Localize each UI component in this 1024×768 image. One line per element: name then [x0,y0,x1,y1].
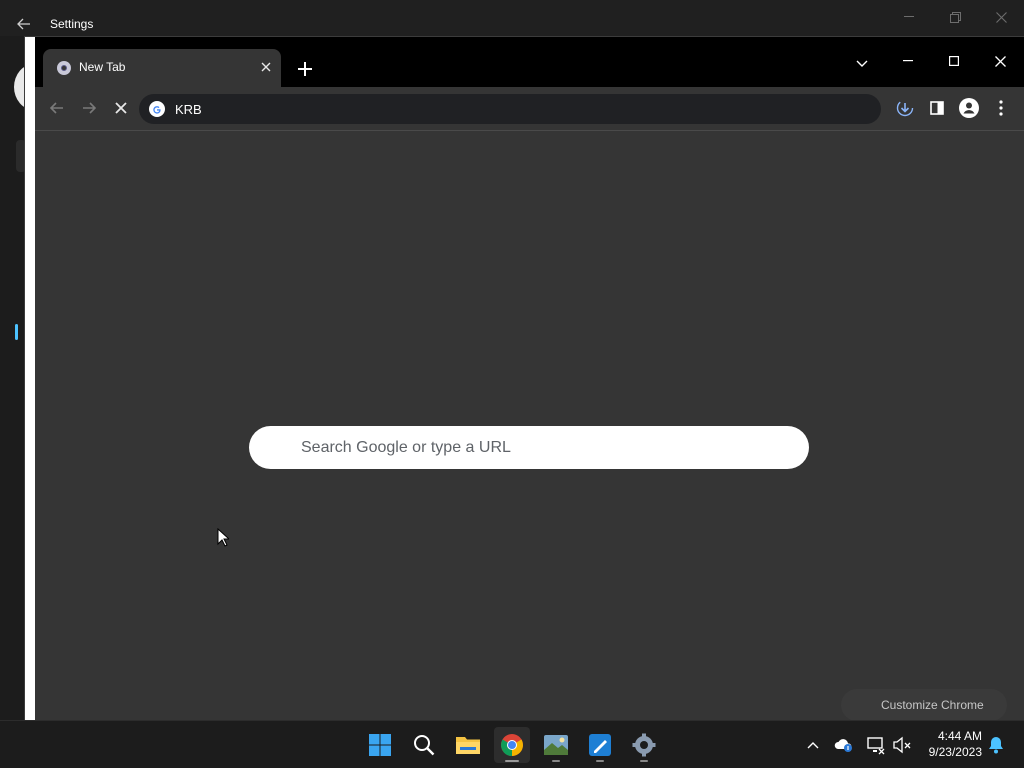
chrome-favicon-icon [57,61,71,75]
search-button[interactable] [406,727,442,763]
address-bar[interactable]: KRB [139,94,881,124]
download-icon[interactable] [893,96,917,120]
gear-icon [632,733,656,757]
tab-new-tab[interactable]: New Tab [43,49,281,87]
start-button[interactable] [362,727,398,763]
google-g-icon [149,101,165,117]
taskbar: 4:44 AM 9/23/2023 [0,720,1024,768]
windows-logo-icon [369,734,391,756]
chrome-content: New Tab KRB Search Google or type a URL … [35,37,1024,721]
volume-muted-icon[interactable] [892,735,912,755]
file-explorer-button[interactable] [450,727,486,763]
folder-icon [456,737,480,754]
tab-search-chevron-icon[interactable] [851,53,873,75]
whiteboard-icon [589,734,611,756]
address-bar-text[interactable]: KRB [175,102,202,117]
clock-date[interactable]: 9/23/2023 [922,745,982,759]
new-tab-button[interactable] [293,57,317,81]
more-menu-icon[interactable] [989,96,1013,120]
whiteboard-button[interactable] [582,727,618,763]
minimize-icon[interactable] [885,45,931,77]
chrome-window: New Tab KRB Search Google or type a URL … [24,36,1024,721]
close-icon[interactable] [977,45,1023,77]
mouse-cursor-icon [217,528,229,547]
back-icon[interactable] [45,96,69,120]
customize-chrome-label: Customize Chrome [881,698,984,712]
notification-bell-icon[interactable] [986,735,1006,755]
onedrive-cloud-icon[interactable] [834,736,854,754]
search-icon [414,735,435,756]
close-icon[interactable] [978,6,1024,28]
window-edge [25,37,35,721]
settings-title: Settings [50,17,94,31]
chrome-taskbar-button[interactable] [494,727,530,763]
profile-icon[interactable] [957,96,981,120]
ntp-search-placeholder: Search Google or type a URL [301,439,511,456]
network-icon[interactable] [866,735,886,755]
restore-icon[interactable] [932,6,978,28]
ntp-search-box[interactable]: Search Google or type a URL [249,426,809,469]
tab-title: New Tab [79,60,126,74]
settings-taskbar-button[interactable] [626,727,662,763]
chrome-icon [501,734,523,756]
stop-loading-icon[interactable] [109,96,133,120]
forward-icon[interactable] [77,96,101,120]
tab-close-icon[interactable] [257,58,275,76]
chevron-up-icon[interactable] [804,736,822,754]
tab-strip-top [35,37,1024,45]
side-panel-icon[interactable] [925,96,949,120]
toolbar: KRB [35,87,1024,131]
customize-chrome-button[interactable]: Customize Chrome [841,689,1007,721]
minimize-icon[interactable] [886,6,932,28]
maximize-icon[interactable] [931,45,977,77]
photos-button[interactable] [538,727,574,763]
photos-icon [544,735,568,755]
tab-strip: New Tab [35,45,1024,87]
settings-selected-indicator [15,324,18,340]
clock-time[interactable]: 4:44 AM [924,729,982,743]
back-arrow-icon[interactable] [12,13,36,35]
